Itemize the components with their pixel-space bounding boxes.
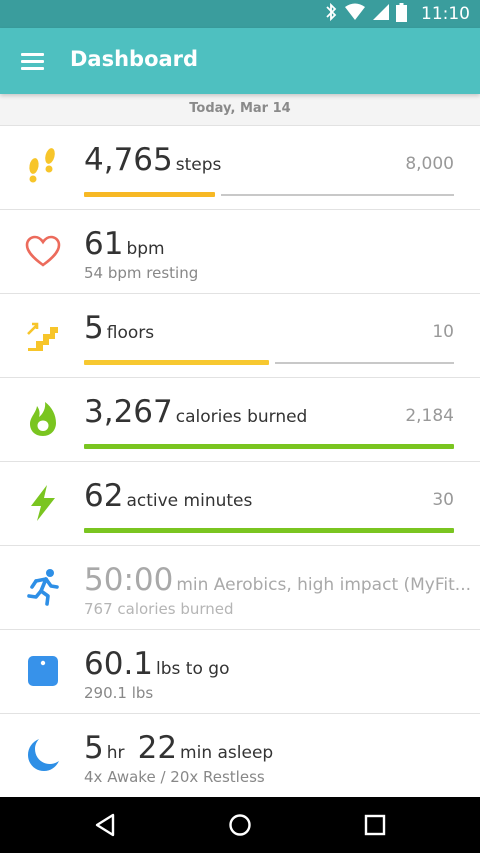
sleep-quality: 4x Awake / 20x Restless — [84, 768, 265, 786]
current-weight: 290.1 lbs — [84, 684, 154, 702]
date-header: Today, Mar 14 — [0, 94, 480, 126]
heart-rate-unit: bpm — [126, 239, 165, 259]
flame-icon — [22, 398, 64, 440]
sleep-hours: 5 — [84, 730, 104, 766]
sleep-hours-unit: hr — [106, 743, 125, 763]
floors-value-row: 5 floors — [84, 310, 154, 346]
weight-value-row: 60.1 lbs to go — [84, 646, 229, 682]
steps-count: 4,765 — [84, 142, 173, 178]
status-icons: 11:10 — [324, 0, 470, 28]
footprints-icon — [22, 146, 64, 188]
steps-goal: 8,000 — [405, 154, 454, 174]
app-bar: Dashboard — [0, 28, 480, 94]
floors-goal: 10 — [432, 322, 454, 342]
bluetooth-icon — [324, 2, 338, 26]
signal-icon — [372, 3, 390, 25]
sleep-tile[interactable]: 5 hr 22 min asleep 4x Awake / 20x Restless — [0, 714, 480, 797]
hamburger-menu-icon[interactable] — [21, 50, 45, 72]
active-minutes-count: 62 — [84, 478, 124, 514]
stairs-icon — [22, 314, 64, 356]
heart-rate-tile[interactable]: 61 bpm 54 bpm resting — [0, 210, 480, 294]
status-time: 11:10 — [421, 4, 470, 24]
date-label: Today, Mar 14 — [189, 101, 291, 116]
moon-icon — [22, 734, 64, 776]
back-icon[interactable] — [92, 811, 120, 839]
weight-tile[interactable]: 60.1 lbs to go 290.1 lbs — [0, 630, 480, 714]
status-bar: 11:10 — [0, 0, 480, 28]
calories-goal: 2,184 — [405, 406, 454, 426]
lightning-icon — [22, 482, 64, 524]
wifi-icon — [344, 3, 366, 25]
exercise-tile[interactable]: 50:00 min Aerobics, high impact (MyFit...… — [0, 546, 480, 630]
home-icon[interactable] — [226, 811, 254, 839]
exercise-description: min Aerobics, high impact (MyFit... — [176, 575, 472, 595]
heart-icon — [22, 230, 64, 272]
steps-value-row: 4,765 steps — [84, 142, 221, 178]
floors-progress-bar — [84, 360, 269, 365]
active-minutes-unit: active minutes — [126, 491, 253, 511]
resting-heart-rate: 54 bpm resting — [84, 264, 199, 282]
steps-unit: steps — [175, 155, 222, 175]
recents-icon[interactable] — [361, 811, 389, 839]
active-minutes-progress-bar — [84, 528, 454, 533]
floors-count: 5 — [84, 310, 104, 346]
battery-icon — [396, 2, 407, 26]
steps-tile[interactable]: 4,765 steps 8,000 — [0, 126, 480, 210]
weight-unit: lbs to go — [156, 659, 230, 679]
scale-icon — [22, 650, 64, 692]
exercise-calories: 767 calories burned — [84, 600, 234, 618]
active-minutes-tile[interactable]: 62 active minutes 30 — [0, 462, 480, 546]
active-minutes-value-row: 62 active minutes — [84, 478, 252, 514]
navigation-bar — [0, 797, 480, 853]
calories-count: 3,267 — [84, 394, 173, 430]
sleep-minutes-unit: min asleep — [180, 743, 274, 763]
calories-tile[interactable]: 3,267 calories burned 2,184 — [0, 378, 480, 462]
floors-progress-track — [275, 362, 454, 364]
exercise-value-row: 50:00 min Aerobics, high impact (MyFit... — [84, 562, 471, 598]
calories-unit: calories burned — [175, 407, 308, 427]
floors-tile[interactable]: 5 floors 10 — [0, 294, 480, 378]
heart-rate-value: 61 — [84, 226, 124, 262]
heart-value-row: 61 bpm — [84, 226, 165, 262]
sleep-minutes: 22 — [137, 730, 178, 766]
calories-progress-bar — [84, 444, 454, 449]
calories-value-row: 3,267 calories burned — [84, 394, 307, 430]
weight-to-go: 60.1 — [84, 646, 154, 682]
floors-unit: floors — [106, 323, 155, 343]
page-title: Dashboard — [70, 47, 199, 71]
sleep-value-row: 5 hr 22 min asleep — [84, 730, 273, 766]
runner-icon — [22, 566, 64, 608]
exercise-duration: 50:00 — [84, 562, 174, 598]
steps-progress-track — [221, 194, 454, 196]
steps-progress-bar — [84, 192, 215, 197]
active-minutes-goal: 30 — [432, 490, 454, 510]
